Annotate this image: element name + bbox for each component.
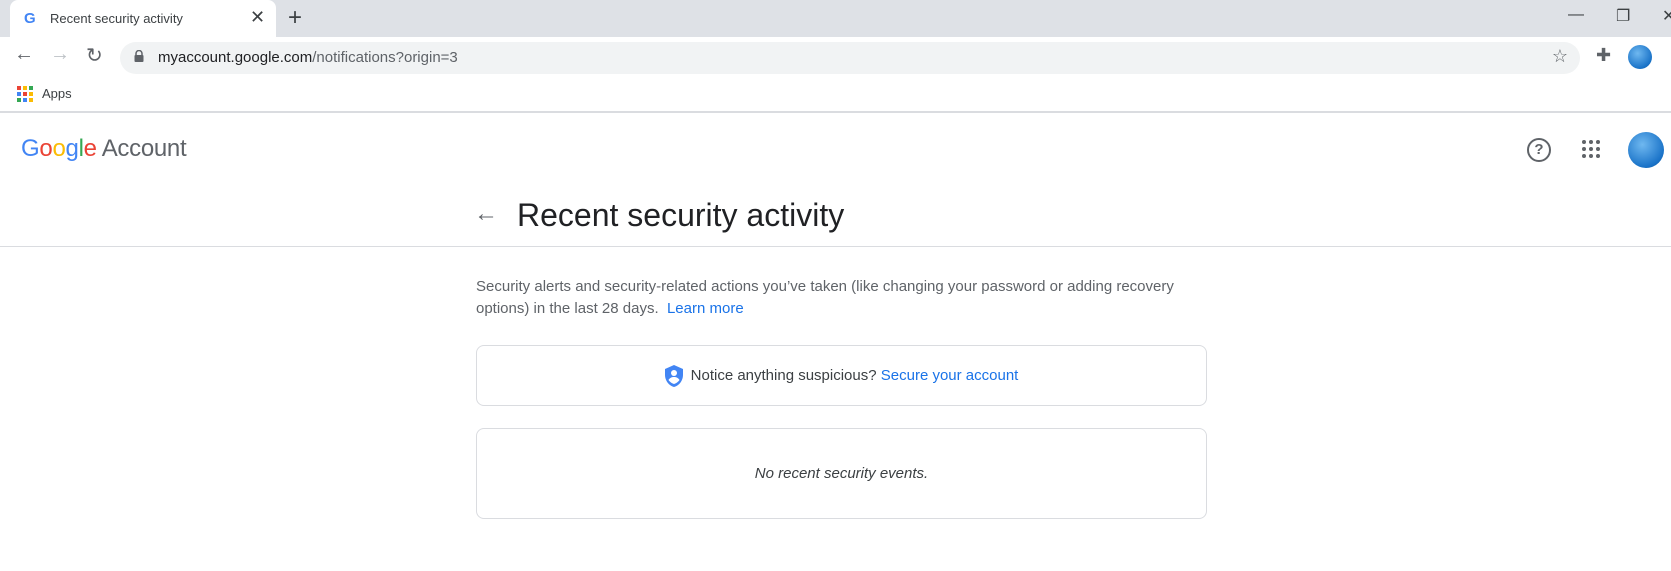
notice-text: Notice anything suspicious? bbox=[690, 367, 877, 384]
bookmark-star-icon[interactable]: ☆ bbox=[1552, 46, 1568, 67]
account-label: Account bbox=[101, 135, 187, 162]
shield-user-icon bbox=[664, 364, 683, 387]
help-icon[interactable]: ? bbox=[1527, 138, 1551, 162]
url-text: myaccount.google.com/notifications?origi… bbox=[158, 49, 458, 66]
google-apps-icon[interactable] bbox=[1582, 140, 1600, 158]
restore-button[interactable]: ❐ bbox=[1616, 6, 1630, 26]
reload-button[interactable]: ↻ bbox=[86, 43, 103, 68]
close-tab-icon[interactable]: ✕ bbox=[250, 7, 265, 28]
browser-tab[interactable]: G Recent security activity ✕ bbox=[10, 0, 276, 37]
tab-title: Recent security activity bbox=[50, 11, 183, 26]
back-arrow-icon[interactable]: ← bbox=[474, 200, 498, 228]
account-avatar[interactable] bbox=[1628, 132, 1664, 168]
profile-avatar[interactable] bbox=[1628, 45, 1652, 69]
secure-account-link[interactable]: Secure your account bbox=[881, 367, 1019, 384]
extensions-puzzle-icon[interactable]: ✚ bbox=[1596, 45, 1611, 66]
close-window-button[interactable]: ✕ bbox=[1662, 6, 1671, 26]
divider bbox=[0, 246, 1671, 247]
lock-icon bbox=[134, 50, 144, 62]
empty-state-text: No recent security events. bbox=[754, 465, 929, 482]
bookmarks-bar bbox=[0, 76, 1671, 113]
google-favicon-icon: G bbox=[24, 10, 36, 27]
learn-more-link[interactable]: Learn more bbox=[667, 300, 744, 317]
minimize-button[interactable]: — bbox=[1568, 6, 1584, 24]
apps-grid-icon[interactable] bbox=[17, 86, 33, 102]
google-wordmark: Google bbox=[21, 135, 97, 162]
address-bar[interactable]: myaccount.google.com/notifications?origi… bbox=[120, 42, 1580, 74]
back-button[interactable]: ← bbox=[14, 43, 34, 66]
page-description: Security alerts and security-related act… bbox=[476, 278, 1174, 317]
security-events-card: No recent security events. bbox=[476, 428, 1207, 519]
suspicious-notice-card: Notice anything suspicious? Secure your … bbox=[476, 345, 1207, 406]
bookmark-apps[interactable]: Apps bbox=[42, 86, 72, 101]
forward-button[interactable]: → bbox=[50, 43, 70, 66]
new-tab-button[interactable]: + bbox=[288, 4, 302, 32]
google-account-logo[interactable]: Google Account bbox=[21, 135, 187, 163]
page-title: Recent security activity bbox=[517, 197, 845, 233]
